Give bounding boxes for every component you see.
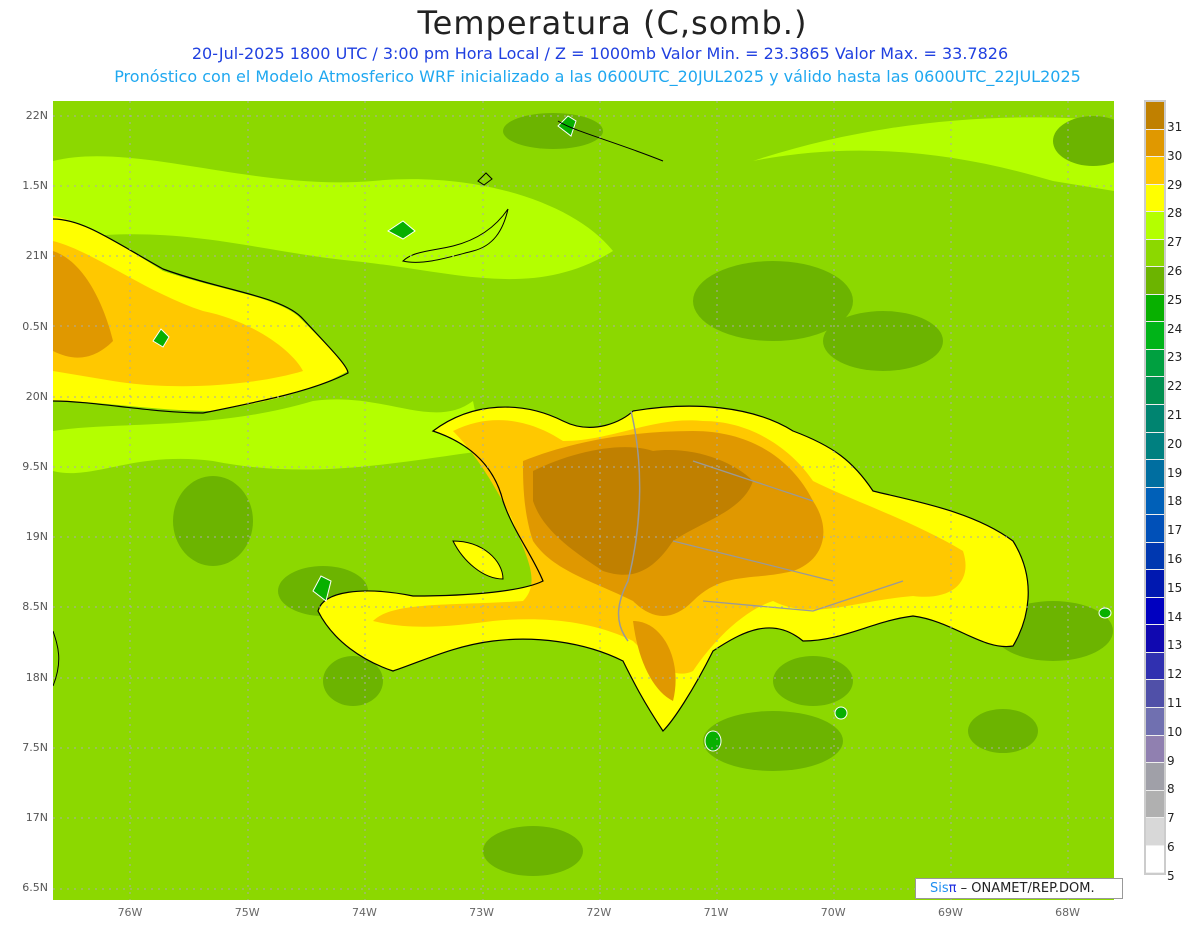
colorbar-swatch bbox=[1146, 487, 1164, 516]
lat-label: 7.5N bbox=[22, 740, 48, 754]
colorbar-label: 6 bbox=[1167, 840, 1175, 854]
colorbar-label: 23 bbox=[1167, 350, 1183, 365]
colorbar-label: 21 bbox=[1167, 408, 1183, 422]
colorbar-label: 7 bbox=[1167, 811, 1175, 826]
lat-label: 18N bbox=[25, 670, 48, 684]
colorbar-swatch bbox=[1146, 763, 1164, 791]
colorbar-label: 24 bbox=[1167, 321, 1183, 336]
colorbar-label: 22 bbox=[1167, 379, 1183, 394]
colorbar-swatch bbox=[1146, 597, 1164, 626]
colorbar-label: 31 bbox=[1167, 120, 1183, 134]
colorbar-swatch bbox=[1146, 267, 1164, 295]
colorbar-swatch bbox=[1146, 708, 1164, 736]
colorbar-swatch bbox=[1146, 377, 1164, 406]
colorbar-swatch bbox=[1146, 157, 1164, 185]
lat-label: 22N bbox=[25, 109, 48, 122]
colorbar-swatch bbox=[1146, 845, 1164, 874]
colorbar-swatch bbox=[1146, 652, 1164, 681]
colorbar-swatch bbox=[1146, 542, 1164, 571]
lon-label: 75W bbox=[234, 906, 260, 919]
colorbar-swatch bbox=[1146, 212, 1164, 240]
colorbar-label: 17 bbox=[1167, 523, 1183, 538]
colorbar-label: 19 bbox=[1167, 465, 1183, 480]
lon-label: 69W bbox=[937, 906, 963, 919]
lat-label: 9.5N bbox=[22, 460, 48, 473]
colorbar-swatch bbox=[1146, 239, 1164, 268]
colorbar-label: 18 bbox=[1167, 494, 1183, 509]
lat-label: 0.5N bbox=[22, 319, 48, 333]
temperature-map bbox=[53, 101, 1114, 900]
colorbar-label: 26 bbox=[1167, 264, 1183, 278]
lat-label: 21N bbox=[25, 249, 48, 263]
colorbar-swatch bbox=[1146, 349, 1164, 378]
colorbar-swatch bbox=[1146, 625, 1164, 653]
lon-label: 76W bbox=[117, 906, 143, 919]
colorbar-swatch bbox=[1146, 184, 1164, 213]
colorbar bbox=[1144, 100, 1166, 876]
colorbar-label: 15 bbox=[1167, 580, 1183, 595]
credit-brand: Sis bbox=[930, 881, 949, 896]
lon-label: 74W bbox=[351, 906, 377, 919]
colorbar-swatch bbox=[1146, 735, 1164, 764]
colorbar-label: 8 bbox=[1167, 782, 1175, 797]
colorbar-label: 25 bbox=[1167, 292, 1183, 307]
colorbar-label: 12 bbox=[1167, 667, 1183, 682]
lat-label: 8.5N bbox=[22, 600, 48, 614]
colorbar-label: 27 bbox=[1167, 235, 1183, 250]
credit-box: Sisπ – ONAMET/REP.DOM. bbox=[915, 878, 1123, 899]
colorbar-label: 10 bbox=[1167, 724, 1183, 739]
lat-label: 6.5N bbox=[22, 881, 48, 895]
colorbar-label: 13 bbox=[1167, 638, 1183, 653]
colorbar-label: 16 bbox=[1167, 552, 1183, 566]
colorbar-label: 30 bbox=[1167, 148, 1183, 163]
colorbar-swatch bbox=[1146, 405, 1164, 433]
lat-label: 1.5N bbox=[22, 179, 48, 193]
lon-label: 70W bbox=[820, 906, 846, 919]
colorbar-label: 9 bbox=[1167, 753, 1175, 768]
colorbar-swatch bbox=[1146, 460, 1164, 488]
colorbar-label: 29 bbox=[1167, 177, 1183, 192]
colorbar-label: 14 bbox=[1167, 609, 1183, 624]
lon-label: 71W bbox=[703, 906, 729, 919]
colorbar-swatch bbox=[1146, 515, 1164, 543]
colorbar-swatch bbox=[1146, 294, 1164, 323]
colorbar-swatch bbox=[1146, 818, 1164, 846]
colorbar-label: 28 bbox=[1167, 206, 1183, 221]
lon-label: 68W bbox=[1055, 906, 1081, 919]
colorbar-label: 5 bbox=[1167, 868, 1175, 883]
lat-label: 17N bbox=[25, 811, 48, 824]
lon-label: 72W bbox=[586, 906, 612, 919]
colorbar-swatch bbox=[1146, 102, 1164, 130]
lat-label: 20N bbox=[25, 389, 48, 403]
colorbar-label: 11 bbox=[1167, 696, 1183, 710]
colorbar-swatch bbox=[1146, 432, 1164, 461]
colorbar-swatch bbox=[1146, 322, 1164, 350]
lon-label: 73W bbox=[469, 906, 495, 919]
colorbar-swatch bbox=[1146, 570, 1164, 598]
colorbar-label: 20 bbox=[1167, 436, 1183, 451]
subtitle-model-info: Pronóstico con el Modelo Atmosferico WRF… bbox=[114, 67, 1081, 86]
lat-label: 19N bbox=[25, 530, 48, 544]
colorbar-swatch bbox=[1146, 129, 1164, 158]
credit-text: – ONAMET/REP.DOM. bbox=[956, 881, 1095, 896]
subtitle-time-range: 20-Jul-2025 1800 UTC / 3:00 pm Hora Loca… bbox=[191, 44, 1009, 63]
colorbar-swatch bbox=[1146, 790, 1164, 819]
colorbar-swatch bbox=[1146, 680, 1164, 709]
map-title: Temperatura (C,somb.) bbox=[417, 4, 808, 42]
